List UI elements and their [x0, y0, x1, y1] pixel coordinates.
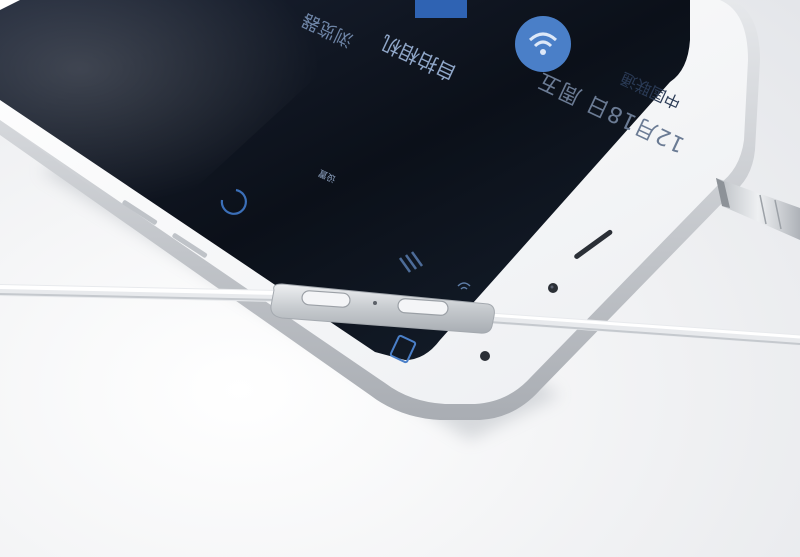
- volume-up-button-icon: [301, 290, 351, 308]
- product-photo-scene: 中国联通 12月18日 周五 自拍相机 浏览器 设置: [0, 0, 800, 557]
- phone-with-earphones-illustration: [0, 0, 800, 440]
- volume-down-button-icon: [397, 298, 449, 316]
- sensor-dot: [480, 351, 490, 361]
- app-icon-fragment: [415, 0, 467, 18]
- headphone-jack-icon: [716, 178, 800, 240]
- microphone-hole-icon: [373, 301, 377, 305]
- wifi-signal-icon: [515, 16, 571, 72]
